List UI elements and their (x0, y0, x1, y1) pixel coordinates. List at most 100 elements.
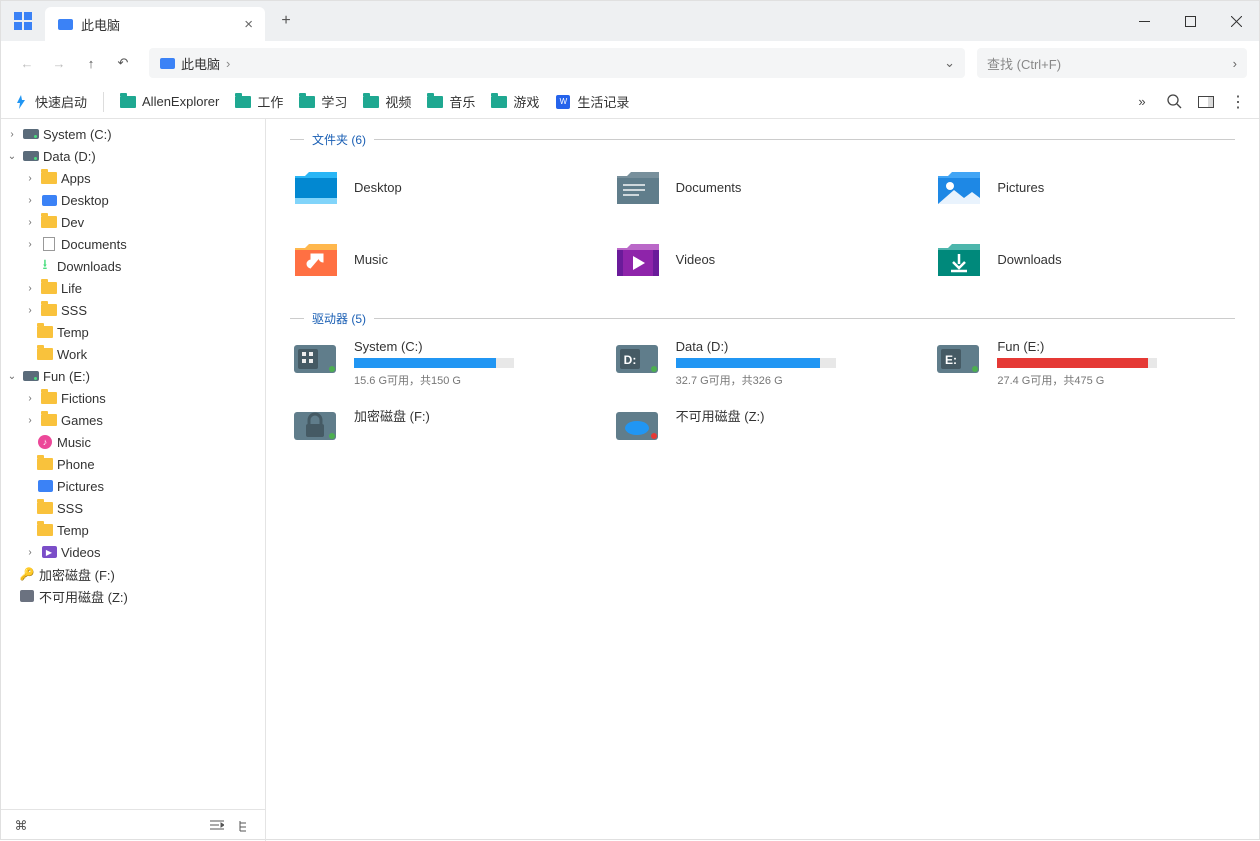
chevron-right-icon[interactable]: › (1233, 56, 1237, 71)
tree-work[interactable]: Work (1, 343, 265, 365)
folder-icon (120, 94, 136, 110)
tab-close-button[interactable]: × (244, 16, 253, 33)
bookmark-life[interactable]: W生活记录 (555, 92, 629, 111)
chevron-right-icon[interactable]: › (23, 173, 37, 184)
chevron-down-icon[interactable]: ⌄ (5, 371, 19, 382)
address-bar[interactable]: 此电脑 › ⌄ (149, 48, 965, 78)
tree-label: Temp (57, 523, 89, 538)
search-icon[interactable] (1165, 93, 1183, 111)
tree-fictions[interactable]: ›Fictions (1, 387, 265, 409)
drive-data-d[interactable]: D: Data (D:) 32.7 G可用，共326 G (612, 339, 914, 388)
chevron-down-icon[interactable]: ⌄ (5, 151, 19, 162)
overflow-chevron-icon[interactable]: » (1133, 93, 1151, 111)
tree-data-d[interactable]: ⌄Data (D:) (1, 145, 265, 167)
more-icon[interactable]: ⋮ (1229, 93, 1247, 111)
svg-text:E:: E: (945, 353, 957, 367)
indent-icon[interactable] (207, 816, 227, 836)
chevron-right-icon[interactable]: › (5, 129, 19, 140)
minimize-button[interactable] (1121, 1, 1167, 41)
drive-fun-e[interactable]: E: Fun (E:) 27.4 G可用，共475 G (933, 339, 1235, 388)
tree-sss[interactable]: SSS (1, 497, 265, 519)
panel-icon[interactable] (1197, 93, 1215, 111)
quick-launch[interactable]: 快速启动 (13, 92, 87, 111)
bookmark-label: 生活记录 (577, 92, 629, 111)
tree-unavailable-z[interactable]: 不可用磁盘 (Z:) (1, 585, 265, 607)
tree-label: 不可用磁盘 (Z:) (39, 587, 128, 606)
bookmark-study[interactable]: 学习 (299, 92, 347, 111)
folder-icon (41, 390, 57, 406)
tree-life[interactable]: ›Life (1, 277, 265, 299)
pictures-icon (933, 164, 985, 210)
tree-downloads[interactable]: ⭳Downloads (1, 255, 265, 277)
drives-section-header[interactable]: 驱动器 (5) (290, 310, 1235, 327)
drive-encrypted-f[interactable]: 加密磁盘 (F:) (290, 406, 592, 448)
bookmark-work[interactable]: 工作 (235, 92, 283, 111)
tree-dev[interactable]: ›Dev (1, 211, 265, 233)
tree-sss[interactable]: ›SSS (1, 299, 265, 321)
documents-icon (612, 164, 664, 210)
tree-music[interactable]: ♪Music (1, 431, 265, 453)
new-tab-button[interactable]: + (269, 4, 303, 38)
tree-pictures[interactable]: Pictures (1, 475, 265, 497)
disk-icon (23, 148, 39, 164)
chevron-right-icon[interactable]: › (23, 547, 37, 558)
doc-icon (41, 236, 57, 252)
disk-icon (23, 126, 39, 142)
folders-section-header[interactable]: 文件夹 (6) (290, 131, 1235, 148)
back-button[interactable]: ← (13, 49, 41, 77)
tree-label: Games (61, 413, 103, 428)
command-icon[interactable]: ⌘ (11, 816, 31, 836)
drive-system-c[interactable]: System (C:) 15.6 G可用，共150 G (290, 339, 592, 388)
bookmark-video[interactable]: 视频 (363, 92, 411, 111)
tree-encrypted-f[interactable]: 🔑加密磁盘 (F:) (1, 563, 265, 585)
tree-icon[interactable] (235, 816, 255, 836)
tab-this-pc[interactable]: 此电脑 × (45, 7, 265, 41)
chevron-right-icon[interactable]: › (23, 217, 37, 228)
tree-apps[interactable]: ›Apps (1, 167, 265, 189)
tree-label: Downloads (57, 259, 121, 274)
drive-unavailable-z[interactable]: 不可用磁盘 (Z:) (612, 406, 914, 448)
tree-phone[interactable]: Phone (1, 453, 265, 475)
tree-label: Videos (61, 545, 101, 560)
folder-music[interactable]: Music (290, 232, 592, 286)
tree-fun-e[interactable]: ⌄Fun (E:) (1, 365, 265, 387)
tree-videos[interactable]: ›▶Videos (1, 541, 265, 563)
maximize-button[interactable] (1167, 1, 1213, 41)
bookmark-label: 音乐 (449, 92, 475, 111)
chevron-right-icon[interactable]: › (23, 195, 37, 206)
tree-system-c[interactable]: ›System (C:) (1, 123, 265, 145)
start-button[interactable] (1, 1, 45, 41)
bookmark-allenexplorer[interactable]: AllenExplorer (120, 94, 219, 110)
chevron-right-icon[interactable]: › (23, 415, 37, 426)
bookmark-game[interactable]: 游戏 (491, 92, 539, 111)
folder-icon (491, 94, 507, 110)
titlebar: 此电脑 × + (1, 1, 1259, 41)
chevron-right-icon[interactable]: › (23, 283, 37, 294)
chevron-right-icon[interactable]: › (23, 305, 37, 316)
drive-usage-text: 15.6 G可用，共150 G (354, 372, 592, 388)
tree-games[interactable]: › Games (1, 409, 265, 431)
folder-pictures[interactable]: Pictures (933, 160, 1235, 214)
tree-documents[interactable]: ›Documents (1, 233, 265, 255)
tree-label: Desktop (61, 193, 109, 208)
up-button[interactable]: ↑ (77, 49, 105, 77)
folder-videos[interactable]: Videos (612, 232, 914, 286)
disk-icon (290, 339, 342, 381)
tree-temp[interactable]: Temp (1, 519, 265, 541)
close-button[interactable] (1213, 1, 1259, 41)
folder-downloads[interactable]: Downloads (933, 232, 1235, 286)
folder-desktop[interactable]: Desktop (290, 160, 592, 214)
tree-desktop[interactable]: › Desktop (1, 189, 265, 211)
folder-documents[interactable]: Documents (612, 160, 914, 214)
chevron-right-icon[interactable]: › (23, 239, 37, 250)
address-dropdown[interactable]: ⌄ (944, 55, 955, 71)
bookmark-music[interactable]: 音乐 (427, 92, 475, 111)
chevron-right-icon[interactable]: › (23, 393, 37, 404)
divider (103, 92, 104, 112)
tree-temp[interactable]: Temp (1, 321, 265, 343)
folder-icon (41, 214, 57, 230)
undo-button[interactable]: ↶ (109, 49, 137, 77)
search-input[interactable]: 查找 (Ctrl+F) › (977, 48, 1247, 78)
drive-name: System (C:) (354, 339, 592, 354)
forward-button[interactable]: → (45, 49, 73, 77)
